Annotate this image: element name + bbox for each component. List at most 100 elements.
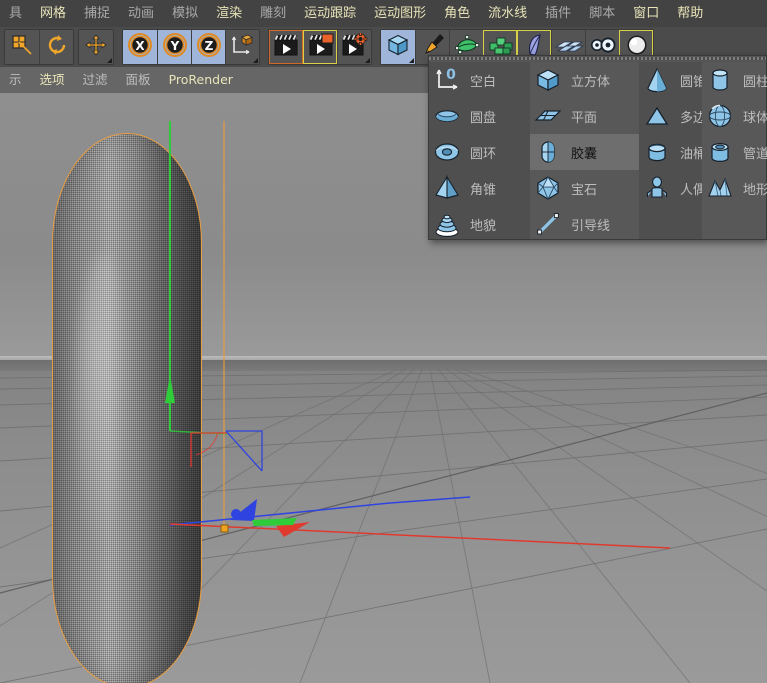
palette-item-null[interactable]: 0 空白 (429, 62, 530, 98)
axis-x-toggle[interactable]: X (123, 30, 157, 64)
palette-item-label: 管道 (743, 146, 767, 162)
clapper-region-icon (308, 33, 334, 61)
palette-item-label: 地形 (743, 182, 767, 198)
platonic-gem-icon (530, 170, 566, 206)
palette-item-torus[interactable]: 圆环 (429, 134, 530, 170)
view-menu-display[interactable]: 示 (0, 67, 31, 93)
palette-item-label: 宝石 (571, 182, 598, 198)
pyramid-icon (429, 170, 465, 206)
cube-icon (385, 32, 411, 62)
menu-item-pipeline[interactable]: 流水线 (479, 0, 536, 27)
rotate-tool-button[interactable] (39, 30, 73, 64)
guide-line-icon (530, 206, 566, 242)
primitives-palette[interactable]: 0 空白 圆盘 圆环 角锥 地貌 立方体 平面 胶囊 宝石 引导线 圆锥 多边形… (428, 55, 767, 240)
palette-item-label: 空白 (470, 74, 497, 90)
x-axis-icon: X (127, 32, 153, 62)
palette-item-cube[interactable]: 立方体 (530, 62, 639, 98)
palette-item-disc[interactable]: 圆盘 (429, 98, 530, 134)
palette-item-oiltank[interactable]: 油桶 (639, 134, 706, 170)
null-axis-icon: 0 (429, 62, 465, 98)
palette-item-plane[interactable]: 平面 (530, 98, 639, 134)
palette-item-label: 地貌 (470, 218, 497, 234)
palette-item-sphere[interactable]: 球体 (702, 98, 767, 134)
menu-item-tools[interactable]: 具 (0, 0, 31, 27)
svg-text:Z: Z (204, 39, 213, 53)
rotate-icon (45, 33, 69, 61)
render-view-button[interactable] (269, 30, 303, 64)
terrain-icon (702, 170, 738, 206)
transform-tools-group (4, 29, 74, 65)
palette-item-label: 球体 (743, 110, 767, 126)
menu-item-simulate[interactable]: 模拟 (163, 0, 207, 27)
menu-item-mograph[interactable]: 运动图形 (365, 0, 435, 27)
menu-item-motion-track[interactable]: 运动跟踪 (295, 0, 365, 27)
add-cube-primitive-button[interactable] (381, 30, 415, 64)
palette-item-pyramid[interactable]: 角锥 (429, 170, 530, 206)
render-region-button[interactable] (303, 30, 337, 64)
palette-item-terrain[interactable]: 地形 (702, 170, 767, 206)
palette-item-label: 立方体 (571, 74, 611, 90)
palette-item-relief[interactable]: 地貌 (429, 206, 530, 242)
view-menu-filter[interactable]: 过滤 (74, 67, 117, 93)
figure-person-icon (639, 170, 675, 206)
render-settings-button[interactable] (337, 30, 371, 64)
move-scale-tool-button[interactable] (5, 30, 39, 64)
svg-text:0: 0 (446, 67, 456, 83)
svg-text:Y: Y (169, 39, 179, 53)
clapper-icon (273, 33, 299, 61)
palette-column-1: 0 空白 圆盘 圆环 角锥 地貌 (429, 62, 531, 242)
axis-lock-group: X Y Z (122, 29, 260, 65)
palette-column-4: 圆柱 球体 管道 地形 (702, 62, 767, 239)
torus-icon (429, 134, 465, 170)
palette-item-capsule[interactable]: 胶囊 (530, 134, 639, 170)
axis-z-toggle[interactable]: Z (191, 30, 225, 64)
palette-item-cone[interactable]: 圆锥 (639, 62, 706, 98)
tool-corner-indicator (409, 58, 414, 63)
tool-corner-indicator (253, 58, 258, 63)
view-menu-options[interactable]: 选项 (31, 67, 74, 93)
move-tool-group (78, 29, 114, 65)
svg-text:X: X (135, 39, 145, 53)
world-axis-cube-icon (231, 33, 255, 61)
palette-item-figure[interactable]: 人偶 (639, 170, 706, 206)
menu-item-plugins[interactable]: 插件 (536, 0, 580, 27)
axis-y-toggle[interactable]: Y (157, 30, 191, 64)
landscape-relief-icon (429, 206, 465, 242)
z-axis-icon: Z (196, 32, 222, 62)
palette-item-tube[interactable]: 管道 (702, 134, 767, 170)
palette-item-label: 圆柱 (743, 74, 767, 90)
menu-item-character[interactable]: 角色 (435, 0, 479, 27)
oil-tank-icon (639, 134, 675, 170)
palette-item-gem[interactable]: 宝石 (530, 170, 639, 206)
palette-item-label: 圆环 (470, 146, 497, 162)
render-group (268, 29, 372, 65)
menu-item-sculpt[interactable]: 雕刻 (251, 0, 295, 27)
palette-item-label: 角锥 (470, 182, 497, 198)
move-tool-button[interactable] (79, 30, 113, 64)
cylinder-icon (702, 62, 738, 98)
palette-item-label: 圆盘 (470, 110, 497, 126)
menu-item-mesh[interactable]: 网格 (31, 0, 75, 27)
cone-icon (639, 62, 675, 98)
menu-item-help[interactable]: 帮助 (668, 0, 712, 27)
palette-item-guide[interactable]: 引导线 (530, 206, 639, 242)
cube-icon (530, 62, 566, 98)
view-menu-panel[interactable]: 面板 (117, 67, 160, 93)
view-menu-prorender[interactable]: ProRender (160, 67, 242, 93)
palette-item-cylinder[interactable]: 圆柱 (702, 62, 767, 98)
plane-icon (530, 98, 566, 134)
scale-icon (10, 33, 34, 61)
palette-item-polygon[interactable]: 多边形 (639, 98, 719, 134)
menu-item-snap[interactable]: 捕捉 (75, 0, 119, 27)
palette-column-2: 立方体 平面 胶囊 宝石 引导线 (530, 62, 639, 239)
world-object-coord-button[interactable] (225, 30, 259, 64)
y-axis-icon: Y (162, 32, 188, 62)
menu-item-animation[interactable]: 动画 (119, 0, 163, 27)
menu-item-script[interactable]: 脚本 (580, 0, 624, 27)
tube-icon (702, 134, 738, 170)
menu-bar: 具 网格 捕捉 动画 模拟 渲染 雕刻 运动跟踪 运动图形 角色 流水线 插件 … (0, 0, 767, 27)
menu-item-window[interactable]: 窗口 (624, 0, 668, 27)
menu-item-render[interactable]: 渲染 (207, 0, 251, 27)
tool-corner-indicator (365, 58, 370, 63)
move-arrows-icon (84, 33, 108, 61)
